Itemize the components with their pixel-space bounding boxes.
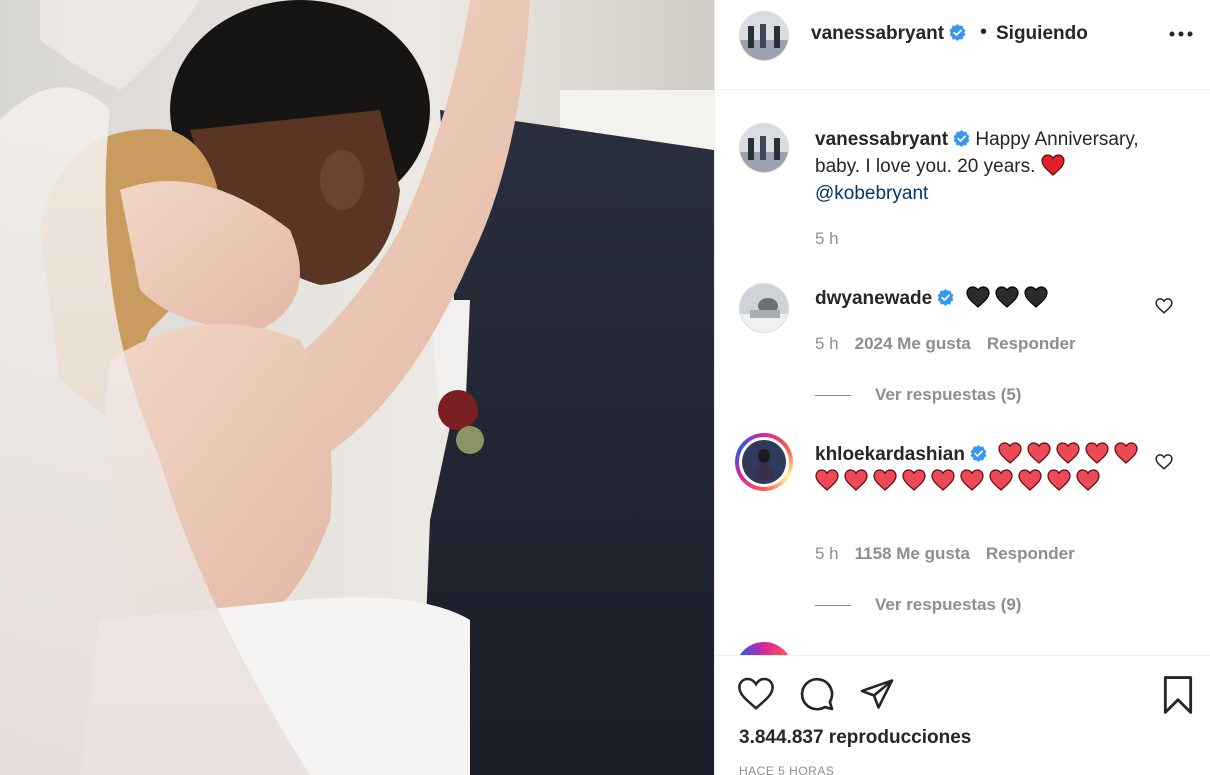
bookmark-icon[interactable] xyxy=(1161,676,1197,714)
comment-text: khloekardashian xyxy=(815,441,1145,495)
heart-emoji xyxy=(931,469,955,491)
comment-likes[interactable]: 2024 Me gusta xyxy=(855,334,971,353)
view-replies-button[interactable]: Ver respuestas (9) xyxy=(815,595,1021,615)
heart-emoji xyxy=(1018,469,1042,491)
comment-text: dwyanewade xyxy=(815,285,1053,312)
comment-time: 5 h xyxy=(815,544,839,563)
verified-badge-icon xyxy=(970,445,987,462)
heart-emoji xyxy=(1023,286,1048,308)
replies-divider xyxy=(815,605,851,607)
post-timestamp: HACE 5 HORAS xyxy=(739,764,835,775)
commenter-avatar[interactable] xyxy=(739,437,789,487)
separator-dot: • xyxy=(980,21,988,43)
heart-emoji xyxy=(873,469,897,491)
comment-time: 5 h xyxy=(815,334,839,353)
post-media-photo[interactable] xyxy=(0,0,714,775)
views-count[interactable]: 3.844.837 reproducciones xyxy=(739,727,971,749)
comment-meta: 5 h 1158 Me gusta Responder xyxy=(815,544,1075,564)
paper-plane-icon[interactable] xyxy=(859,676,895,712)
verified-badge-icon xyxy=(953,130,970,147)
heart-emoji xyxy=(994,286,1019,308)
heart-emoji xyxy=(960,469,984,491)
next-commenter-story-ring[interactable] xyxy=(735,642,793,655)
caption-username[interactable]: vanessabryant xyxy=(815,129,948,150)
heart-emoji xyxy=(965,286,990,308)
view-replies-label[interactable]: Ver respuestas (5) xyxy=(875,385,1021,404)
mention-link[interactable]: @kobebryant xyxy=(815,183,928,204)
caption-timestamp: 5 h xyxy=(815,229,839,248)
commenter-avatar[interactable] xyxy=(739,283,789,333)
comment-like-icon[interactable] xyxy=(1155,297,1173,315)
heart-emoji xyxy=(1076,469,1100,491)
post-detail-panel: vanessabryant • Siguiendo vanessabryant … xyxy=(714,0,1210,775)
reply-button[interactable]: Responder xyxy=(987,334,1076,353)
heart-emoji xyxy=(998,442,1022,464)
heart-emoji xyxy=(844,469,868,491)
heart-outline-icon[interactable] xyxy=(737,676,774,712)
heart-emoji xyxy=(1047,469,1071,491)
heart-emoji xyxy=(815,469,839,491)
author-avatar[interactable] xyxy=(739,11,789,61)
verified-badge-icon xyxy=(937,289,954,306)
black-hearts-emoji xyxy=(965,286,1053,309)
replies-divider xyxy=(815,395,851,397)
comment-icon[interactable] xyxy=(799,676,835,712)
view-replies-label[interactable]: Ver respuestas (9) xyxy=(875,595,1021,614)
reply-button[interactable]: Responder xyxy=(986,544,1075,563)
heart-emoji xyxy=(1056,442,1080,464)
following-button[interactable]: Siguiendo xyxy=(996,23,1088,45)
comment-meta: 5 h 2024 Me gusta Responder xyxy=(815,334,1076,354)
red-heart-emoji xyxy=(1041,154,1065,176)
caption-text: vanessabryant Happy Anniversary, baby. I… xyxy=(815,126,1175,207)
post-actions-bar: 3.844.837 reproducciones HACE 5 HORAS xyxy=(715,655,1210,775)
verified-badge-icon xyxy=(949,24,966,41)
heart-emoji xyxy=(989,469,1013,491)
comments-list[interactable]: vanessabryant Happy Anniversary, baby. I… xyxy=(715,91,1210,655)
post-header: vanessabryant • Siguiendo xyxy=(715,0,1210,90)
heart-emoji xyxy=(1114,442,1138,464)
caption-author-avatar[interactable] xyxy=(739,123,789,173)
heart-emoji xyxy=(1085,442,1109,464)
wedding-photo-illustration xyxy=(0,0,714,775)
comment-like-icon[interactable] xyxy=(1155,453,1173,471)
comment-username[interactable]: khloekardashian xyxy=(815,444,965,465)
author-username[interactable]: vanessabryant xyxy=(811,23,966,45)
comment-likes[interactable]: 1158 Me gusta xyxy=(855,544,970,563)
view-replies-button[interactable]: Ver respuestas (5) xyxy=(815,385,1021,405)
heart-emoji xyxy=(902,469,926,491)
author-username-text[interactable]: vanessabryant xyxy=(811,23,944,44)
more-options-icon[interactable] xyxy=(1167,24,1195,44)
heart-emoji xyxy=(1027,442,1051,464)
comment-username[interactable]: dwyanewade xyxy=(815,288,932,309)
